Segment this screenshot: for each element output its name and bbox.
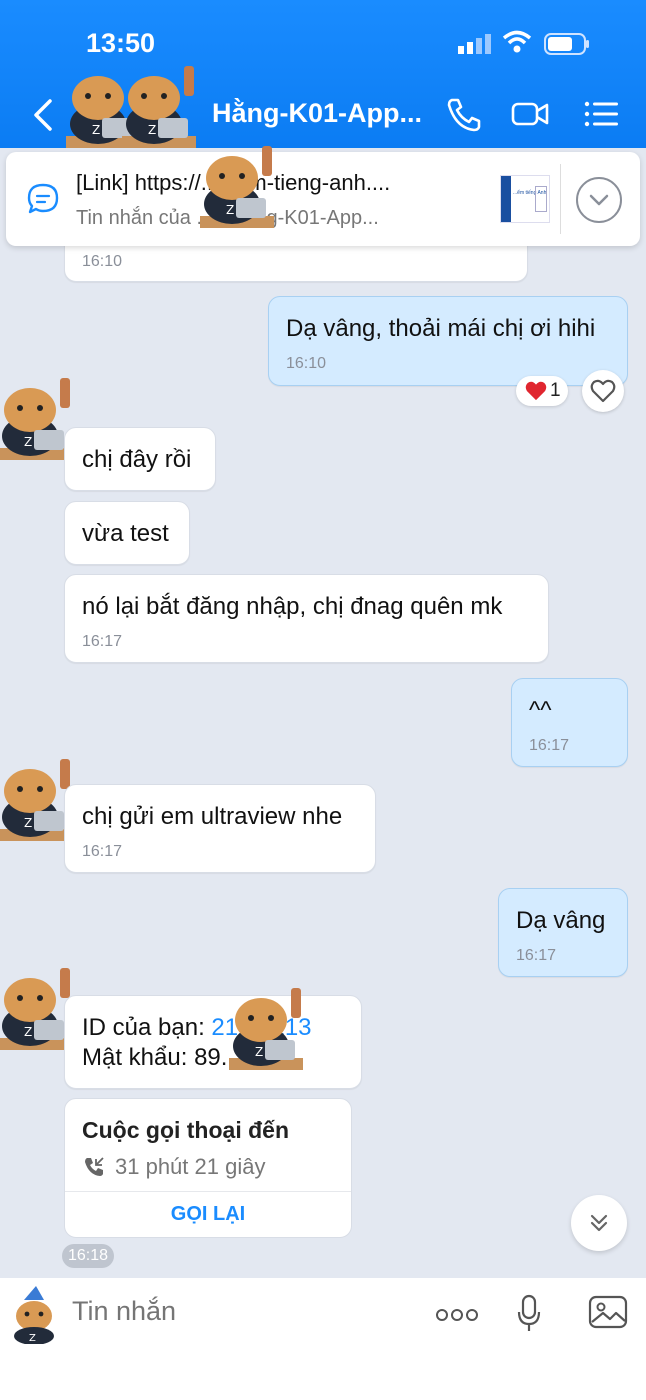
double-chevron-down-icon [590,1214,608,1232]
incoming-message[interactable]: chị gửi em ultraview nhe 16:17 [64,784,376,873]
incoming-call-icon [85,1157,104,1176]
image-gallery-icon[interactable] [588,1294,628,1330]
svg-text:Z: Z [24,435,32,449]
incoming-message[interactable]: vừa test [64,501,190,565]
microphone-icon[interactable] [516,1294,542,1334]
message-time: 16:17 [529,737,570,754]
time-chip: 16:18 [62,1244,114,1268]
call-back-button[interactable]: GỌI LẠI [65,1203,351,1226]
divider [65,1191,351,1192]
chevron-down-icon [589,194,609,206]
message-input[interactable] [72,1296,402,1327]
incoming-call-card: Cuộc gọi thoại đến 31 phút 21 giây GỌI L… [64,1098,352,1238]
password-line: Mật khẩu: 89... [82,1044,241,1072]
svg-text:Z: Z [24,816,32,830]
outgoing-message[interactable]: Dạ vâng 16:17 [498,888,628,977]
sticker-button-icon[interactable]: Z [10,1286,58,1344]
sticker-avatar: Z [229,988,303,1070]
sticker-avatar: Z [200,146,274,228]
divider [560,164,561,234]
link-thumbnail: ...ểm tiếng Anh [500,175,550,223]
message-composer: Z [0,1278,646,1400]
message-text: chị gửi em ultraview nhe [82,803,343,830]
heart-outline-icon [590,379,616,403]
menu-list-icon[interactable] [582,96,622,132]
heart-icon [525,381,547,401]
status-time: 13:50 [86,28,156,58]
id-label: ID của bạn: [82,1014,205,1041]
message-time: 16:17 [82,633,123,650]
message-time: 16:10 [286,355,327,372]
scroll-to-bottom-button[interactable] [571,1195,627,1251]
more-options-icon[interactable] [434,1306,480,1324]
incoming-message[interactable]: ID của bạn: 21...5213 Mật khẩu: 89... Z [64,988,362,1089]
sticker-avatar: Z [122,66,196,148]
message-text: Dạ vâng, thoải mái chị ơi hihi [286,315,596,342]
chat-header: 13:50 Z Z Hằng-K01-App... [0,0,646,148]
message-time: 16:10 [82,253,123,270]
message-time: 16:17 [516,947,557,964]
pinned-message-bar[interactable]: [Link] https://...diem-tieng-anh.... Tin… [6,146,640,246]
message-text: Dạ vâng [516,907,606,934]
call-title: Cuộc gọi thoại đến [82,1117,289,1143]
password-label: Mật khẩu: [82,1044,188,1071]
message-text: nó lại bắt đăng nhập, chị đnag quên mk [82,593,503,620]
call-duration: 31 phút 21 giây [115,1154,266,1179]
message-time: 16:17 [82,843,123,860]
svg-text:Z: Z [29,1333,36,1344]
svg-text:Z: Z [226,203,234,217]
svg-text:Z: Z [92,123,100,137]
message-text: ^^ [529,697,552,724]
svg-text:Z: Z [24,1025,32,1039]
incoming-message[interactable]: nó lại bắt đăng nhập, chị đnag quên mk 1… [64,574,549,663]
outgoing-message[interactable]: ^^ 16:17 [511,678,628,767]
wifi-icon [502,30,532,53]
message-text: vừa test [82,520,169,547]
outgoing-message[interactable]: Dạ vâng, thoải mái chị ơi hihi 16:10 [268,296,628,386]
incoming-message[interactable]: chị đây rồi [64,427,216,491]
signal-icon [458,34,491,54]
expand-button[interactable] [576,177,622,223]
phone-call-icon[interactable] [444,96,484,132]
chat-title[interactable]: Hằng-K01-App... [212,98,422,129]
video-call-icon[interactable] [510,96,550,132]
battery-icon [544,33,589,55]
react-button[interactable] [582,370,624,412]
back-icon[interactable] [28,95,58,135]
chat-bubble-icon [27,183,59,214]
reaction-badge[interactable]: 1 [516,376,568,406]
svg-text:Z: Z [148,123,156,137]
svg-text:Z: Z [255,1045,263,1059]
reaction-count: 1 [550,380,561,401]
message-text: chị đây rồi [82,446,192,473]
